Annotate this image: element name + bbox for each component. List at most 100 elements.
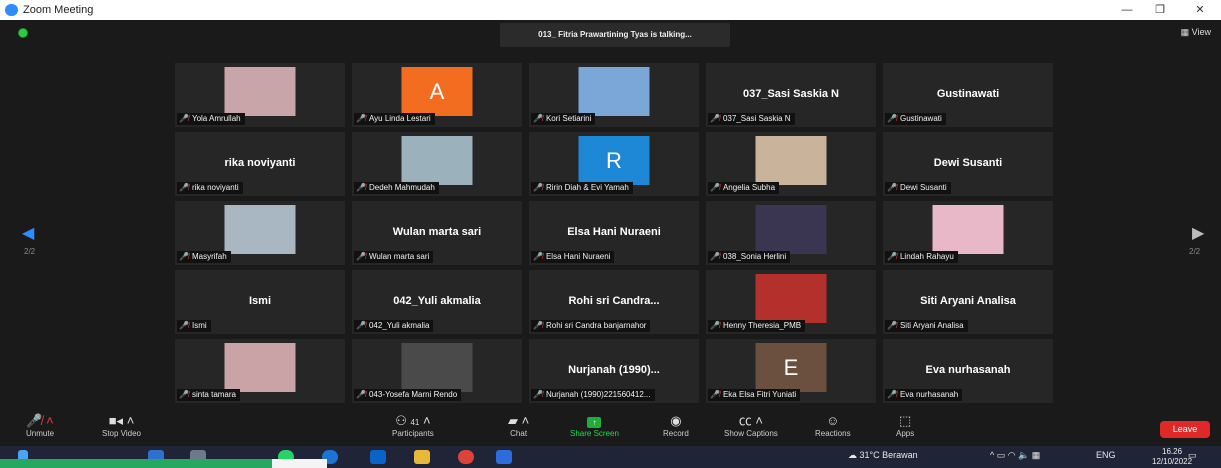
- language-indicator[interactable]: ENG: [1096, 450, 1116, 460]
- participant-name-tag: 🎤̸ 042_Yuli akmalia: [354, 320, 434, 332]
- video-tile[interactable]: Dewi Susanti 🎤̸ Dewi Susanti: [883, 132, 1053, 196]
- view-button[interactable]: ▦ View: [1181, 27, 1211, 38]
- video-tile[interactable]: E 🎤̸ Eka Elsa Fitri Yuniati: [706, 339, 876, 403]
- participants-count: 41: [410, 418, 420, 427]
- participant-name-tag: 🎤̸ Ismi: [177, 320, 211, 332]
- video-tile[interactable]: Rohi sri Candra... 🎤̸ Rohi sri Candra banj…: [529, 270, 699, 334]
- video-tile[interactable]: 🎤̸ Henny Theresia_PMB: [706, 270, 876, 334]
- video-tile[interactable]: 🎤̸ 038_Sonia Herlini: [706, 201, 876, 265]
- video-tile[interactable]: 🎤̸ Masyrifah: [175, 201, 345, 265]
- security-shield-icon[interactable]: [19, 29, 27, 37]
- next-page-arrow-icon[interactable]: ▶: [1192, 223, 1204, 243]
- participant-label: Ririn Diah & Evi Yamah: [545, 183, 629, 192]
- video-tile[interactable]: Nurjanah (1990)... 🎤̸ Nurjanah (1990)22156…: [529, 339, 699, 403]
- participant-label: 043-Yosefa Marni Rendo: [368, 390, 458, 399]
- video-tile[interactable]: 🎤̸ Lindah Rahayu: [883, 201, 1053, 265]
- show-captions-button[interactable]: ㏄ ˄ Show Captions: [724, 412, 778, 438]
- notification-icon[interactable]: ▭: [1188, 450, 1197, 461]
- unmute-label: Unmute: [26, 429, 55, 438]
- video-tile[interactable]: 🎤̸ Angelia Subha: [706, 132, 876, 196]
- participant-label: Lindah Rahayu: [899, 252, 954, 261]
- participant-name-tag: 🎤̸ Gustinawati: [885, 113, 946, 125]
- muted-microphone-icon: 🎤̸: [356, 321, 366, 330]
- weather-widget[interactable]: ☁ 31°C Berawan: [848, 450, 918, 461]
- video-tile[interactable]: rika noviyanti 🎤̸ rika noviyanti: [175, 132, 345, 196]
- view-label: View: [1191, 27, 1211, 37]
- video-tile[interactable]: Wulan marta sari 🎤̸ Wulan marta sari: [352, 201, 522, 265]
- muted-microphone-icon: 🎤̸: [179, 390, 189, 399]
- overlay-white-bar: [272, 459, 327, 468]
- participant-label: Rohi sri Candra banjarnahor: [545, 321, 647, 330]
- participant-name-tag: 🎤̸ Henny Theresia_PMB: [708, 320, 806, 332]
- close-button[interactable]: ✕: [1190, 2, 1210, 18]
- file-explorer-icon[interactable]: [414, 450, 430, 464]
- participants-button[interactable]: ⚇ 41 ˄ Participants: [392, 412, 434, 438]
- participant-name-tag: 🎤̸ Siti Aryani Analisa: [885, 320, 968, 332]
- muted-microphone-icon: 🎤̸ ˄: [26, 413, 54, 428]
- participant-label: rika noviyanti: [191, 183, 239, 192]
- muted-microphone-icon: 🎤̸: [710, 390, 720, 399]
- maximize-button[interactable]: ❐: [1150, 2, 1170, 18]
- video-tile[interactable]: Gustinawati 🎤̸ Gustinawati: [883, 63, 1053, 127]
- participant-display-name: Rohi sri Candra...: [568, 295, 660, 307]
- participant-label: sinta tamara: [191, 390, 236, 399]
- chrome-icon[interactable]: [458, 450, 474, 464]
- participant-display-name: 042_Yuli akmalia: [393, 295, 481, 307]
- stop-video-button[interactable]: ■◂ ˄ Stop Video: [102, 412, 141, 438]
- video-tile[interactable]: 🎤̸ Kori Setiarini: [529, 63, 699, 127]
- show-captions-label: Show Captions: [724, 429, 778, 438]
- participant-name-tag: 🎤̸ 038_Sonia Herlini: [708, 251, 791, 263]
- zoom-taskbar-icon[interactable]: [496, 450, 512, 464]
- share-screen-button[interactable]: ↑ Share Screen: [570, 412, 619, 438]
- unmute-button[interactable]: 🎤̸ ˄ Unmute: [26, 412, 54, 438]
- previous-page-arrow-icon[interactable]: ◀: [22, 223, 34, 243]
- video-tile[interactable]: 🎤̸ 043-Yosefa Marni Rendo: [352, 339, 522, 403]
- video-tile[interactable]: Elsa Hani Nuraeni 🎤̸ Elsa Hani Nuraeni: [529, 201, 699, 265]
- video-tile[interactable]: R 🎤̸ Ririn Diah & Evi Yamah: [529, 132, 699, 196]
- participant-video: [755, 136, 827, 185]
- muted-microphone-icon: 🎤̸: [179, 252, 189, 261]
- mail-icon[interactable]: [370, 450, 386, 464]
- participant-video: [224, 343, 296, 392]
- participant-label: Ayu Linda Lestari: [368, 114, 431, 123]
- system-tray-icons[interactable]: ^ ▭ ◠ 🔈 ▦: [990, 450, 1040, 461]
- video-tile[interactable]: A 🎤̸ Ayu Linda Lestari: [352, 63, 522, 127]
- video-tile[interactable]: Siti Aryani Analisa 🎤̸ Siti Aryani Analisa: [883, 270, 1053, 334]
- video-tile[interactable]: 037_Sasi Saskia N 🎤̸ 037_Sasi Saskia N: [706, 63, 876, 127]
- chat-label: Chat: [510, 429, 528, 438]
- participant-label: Kori Setiarini: [545, 114, 592, 123]
- video-camera-icon: ■◂ ˄: [108, 413, 135, 428]
- participant-video: [755, 274, 827, 323]
- video-tile[interactable]: 🎤̸ Yola Amrullah: [175, 63, 345, 127]
- video-gallery: 🎤̸ Yola Amrullah A 🎤̸ Ayu Linda Lestari 🎤̸ Kor…: [175, 63, 1053, 405]
- participant-video: [401, 136, 473, 185]
- taskbar-clock[interactable]: 16.26 12/10/2022: [1152, 447, 1192, 467]
- muted-microphone-icon: 🎤̸: [710, 114, 720, 123]
- muted-microphone-icon: 🎤̸: [533, 252, 543, 261]
- participant-label: Dewi Susanti: [899, 183, 947, 192]
- record-icon: ◉: [670, 413, 682, 428]
- muted-microphone-icon: 🎤̸: [710, 183, 720, 192]
- video-tile[interactable]: 042_Yuli akmalia 🎤̸ 042_Yuli akmalia: [352, 270, 522, 334]
- participant-label: Elsa Hani Nuraeni: [545, 252, 611, 261]
- video-tile[interactable]: 🎤̸ sinta tamara: [175, 339, 345, 403]
- muted-microphone-icon: 🎤̸: [356, 114, 366, 123]
- muted-microphone-icon: 🎤̸: [533, 114, 543, 123]
- muted-microphone-icon: 🎤̸: [356, 183, 366, 192]
- participant-name-tag: 🎤̸ Ririn Diah & Evi Yamah: [531, 182, 633, 194]
- participant-video: [755, 205, 827, 254]
- reactions-button[interactable]: ☺ Reactions: [815, 412, 851, 438]
- participant-display-name: Elsa Hani Nuraeni: [567, 226, 661, 238]
- video-tile[interactable]: Ismi 🎤̸ Ismi: [175, 270, 345, 334]
- muted-microphone-icon: 🎤̸: [887, 114, 897, 123]
- minimize-button[interactable]: —: [1117, 2, 1137, 18]
- captions-icon: ㏄ ˄: [738, 413, 764, 428]
- chat-button[interactable]: ▰ ˄ Chat: [508, 412, 529, 438]
- apps-button[interactable]: ⬚ Apps: [896, 412, 914, 438]
- video-tile[interactable]: Eva nurhasanah 🎤̸ Eva nurhasanah: [883, 339, 1053, 403]
- record-button[interactable]: ◉ Record: [663, 412, 689, 438]
- smiley-icon: ☺: [826, 413, 840, 428]
- participant-display-name: rika noviyanti: [224, 157, 296, 169]
- video-tile[interactable]: 🎤̸ Dedeh Mahmudah: [352, 132, 522, 196]
- leave-button[interactable]: Leave: [1160, 421, 1210, 438]
